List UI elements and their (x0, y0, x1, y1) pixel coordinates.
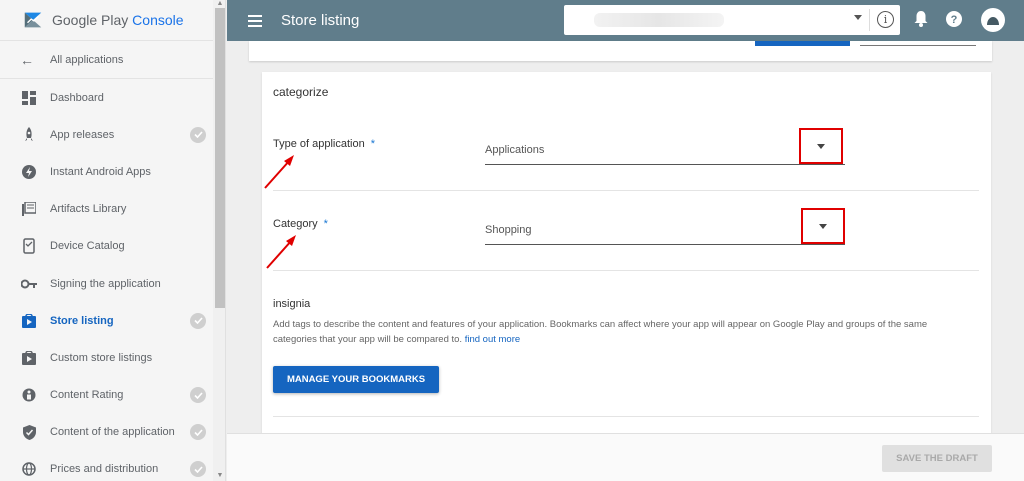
rocket-icon (20, 126, 38, 144)
flash-icon (20, 163, 38, 181)
insignia-heading: insignia (273, 298, 311, 310)
category-dropdown-highlight[interactable] (801, 208, 845, 244)
sidebar-item-content-of-the-application[interactable]: Content of the application (0, 414, 225, 451)
previous-section-field[interactable] (860, 45, 976, 46)
divider (273, 270, 979, 271)
device-icon (20, 237, 38, 255)
previous-section-button[interactable] (755, 41, 850, 46)
sidebar-item-label: Prices and distribution (50, 463, 159, 476)
find-out-more-link[interactable]: find out more (465, 334, 520, 345)
completed-check-icon (190, 312, 206, 329)
page-title: Store listing (281, 12, 360, 29)
top-app-bar: Store listing i ? (227, 0, 1024, 41)
sidebar-item-device-catalog[interactable]: Device Catalog (0, 228, 225, 265)
dashboard-icon (20, 89, 38, 107)
completed-check-icon (190, 387, 206, 404)
play-console-logo-icon (24, 12, 42, 28)
sidebar-item-dashboard[interactable]: Dashboard (0, 79, 225, 116)
scroll-down-icon[interactable]: ▼ (214, 472, 225, 480)
all-applications-label: All applications (50, 53, 124, 66)
custom-store-icon (20, 349, 38, 367)
type-of-application-label: Type of application * (273, 138, 376, 150)
sidebar-item-custom-store-listings[interactable]: Custom store listings (0, 339, 225, 376)
library-icon (20, 200, 38, 218)
previous-section-card (249, 41, 992, 61)
category-label: Category * (273, 218, 328, 230)
divider (869, 9, 870, 31)
type-of-application-value: Applications (485, 144, 545, 156)
sidebar-item-label: Content of the application (50, 426, 175, 439)
avatar[interactable] (981, 8, 1005, 32)
rating-icon (20, 386, 38, 404)
divider (273, 416, 979, 417)
required-marker: * (370, 138, 376, 150)
insignia-description: Add tags to describe the content and fea… (273, 319, 928, 345)
type-dropdown-highlight[interactable] (799, 128, 843, 164)
sidebar-item-app-releases[interactable]: App releases (0, 116, 225, 153)
sidebar: Google Play Console ← All applications D… (0, 0, 226, 481)
completed-check-icon (190, 126, 206, 143)
sidebar-item-label: Store listing (50, 314, 114, 327)
completed-check-icon (190, 461, 206, 478)
categorization-card: categorize Type of application * Applicat… (262, 72, 991, 452)
required-marker: * (323, 218, 328, 230)
shield-icon (20, 423, 38, 441)
help-icon[interactable]: ? (946, 11, 962, 27)
notifications-icon[interactable] (914, 11, 928, 27)
sidebar-item-store-listing[interactable]: Store listing (0, 302, 225, 339)
save-draft-button[interactable]: SAVE THE DRAFT (882, 445, 992, 472)
sidebar-item-label: Device Catalog (50, 240, 125, 253)
sidebar-item-artifacts-library[interactable]: Artifacts Library (0, 191, 225, 228)
category-select[interactable]: Shopping (485, 223, 845, 245)
divider (273, 190, 979, 191)
manage-bookmarks-button[interactable]: MANAGE YOUR BOOKMARKS (273, 366, 439, 393)
sidebar-item-label: Custom store listings (50, 351, 153, 364)
app-name-redacted (594, 13, 724, 27)
sidebar-item-label: Artifacts Library (50, 203, 127, 216)
sidebar-item-content-rating[interactable]: Content Rating (0, 377, 225, 414)
section-title: categorize (273, 85, 329, 99)
red-arrow-icon (266, 235, 296, 269)
type-of-application-select[interactable]: Applications (485, 143, 845, 165)
sidebar-item-instant-android-apps[interactable]: Instant Android Apps (0, 153, 225, 190)
caret-down-icon[interactable] (819, 223, 827, 229)
footer-bar: SAVE THE DRAFT (227, 433, 1024, 481)
sidebar-item-label: Instant Android Apps (50, 165, 151, 178)
sidebar-item-label: Signing the application (50, 277, 161, 290)
menu-icon[interactable] (246, 14, 264, 27)
sidebar-item-label: Content Rating (50, 389, 124, 402)
red-arrow-icon (264, 155, 294, 189)
key-icon (20, 275, 38, 293)
chevron-down-icon[interactable] (854, 15, 862, 20)
brand-name: Google Play Console (52, 12, 184, 28)
app-selector[interactable]: i (564, 5, 900, 35)
store-icon (20, 312, 38, 330)
caret-down-icon[interactable] (817, 143, 825, 149)
sidebar-item-prices-and-distribution[interactable]: Prices and distribution (0, 451, 225, 481)
all-applications-link[interactable]: ← All applications (0, 41, 225, 79)
completed-check-icon (190, 424, 206, 441)
arrow-back-icon: ← (20, 51, 34, 68)
nav-list: Dashboard App releases Instant Android App… (0, 79, 225, 481)
sidebar-scroll-thumb[interactable] (215, 8, 225, 308)
sidebar-item-signing-the-application[interactable]: Signing the application (0, 265, 225, 302)
brand-header[interactable]: Google Play Console (0, 0, 225, 41)
svg-text:?: ? (951, 14, 958, 26)
category-value: Shopping (485, 224, 532, 236)
sidebar-item-label: App releases (50, 128, 115, 141)
info-icon[interactable]: i (877, 11, 894, 28)
android-head-icon (987, 17, 999, 25)
scroll-up-icon[interactable]: ▲ (214, 0, 225, 8)
globe-icon (20, 460, 38, 478)
sidebar-item-label: Dashboard (50, 91, 104, 104)
